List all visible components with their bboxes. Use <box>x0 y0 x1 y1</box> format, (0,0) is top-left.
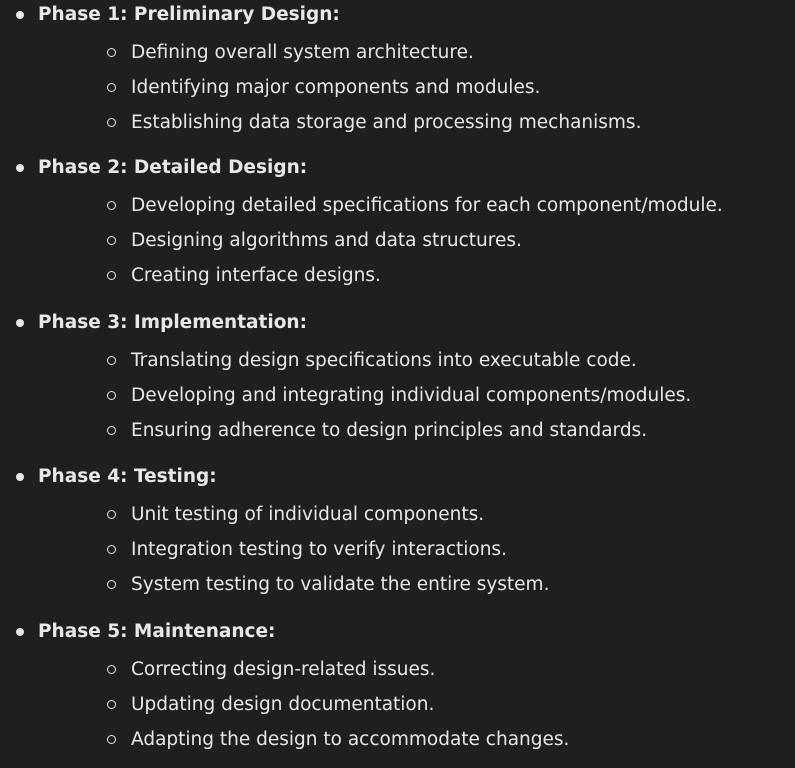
phase-title: Phase 5: Maintenance: <box>0 616 795 652</box>
list-item: Developing detailed specifications for e… <box>0 188 795 223</box>
list-item: Creating interface designs. <box>0 258 795 293</box>
list-item-text: Developing detailed specifications for e… <box>131 195 723 216</box>
list-item: Correcting design-related issues. <box>0 652 795 687</box>
list-item-text: Integration testing to verify interactio… <box>131 539 507 560</box>
list-item-text: Unit testing of individual components. <box>131 504 485 525</box>
phase-2: Phase 2: Detailed Design: Developing det… <box>0 152 795 293</box>
list-item: Unit testing of individual components. <box>0 497 795 532</box>
list-item-text: Adapting the design to accommodate chang… <box>131 729 570 750</box>
bullet-circle-icon <box>107 665 116 674</box>
list-item-text: Translating design specifications into e… <box>131 350 637 371</box>
list-item: System testing to validate the entire sy… <box>0 567 795 602</box>
list-item-text: Defining overall system architecture. <box>131 42 474 63</box>
phase-5: Phase 5: Maintenance: Correcting design-… <box>0 616 795 757</box>
list-item: Adapting the design to accommodate chang… <box>0 722 795 757</box>
phase-3: Phase 3: Implementation: Translating des… <box>0 307 795 448</box>
bullet-circle-icon <box>107 391 116 400</box>
bullet-circle-icon <box>107 356 116 365</box>
list-item-text: Correcting design-related issues. <box>131 659 436 680</box>
bullet-disc-icon <box>16 164 24 172</box>
list-item: Developing and integrating individual co… <box>0 378 795 413</box>
list-item: Updating design documentation. <box>0 687 795 722</box>
bullet-disc-icon <box>16 319 24 327</box>
bullet-circle-icon <box>107 48 116 57</box>
list-item: Integration testing to verify interactio… <box>0 532 795 567</box>
bullet-circle-icon <box>107 118 116 127</box>
phase-4: Phase 4: Testing: Unit testing of indivi… <box>0 461 795 602</box>
list-item-text: Ensuring adherence to design principles … <box>131 420 648 441</box>
list-item: Identifying major components and modules… <box>0 70 795 105</box>
phase-title: Phase 3: Implementation: <box>0 307 795 343</box>
bullet-disc-icon <box>16 11 24 19</box>
list-item-text: Updating design documentation. <box>131 694 435 715</box>
bullet-disc-icon <box>16 628 24 636</box>
list-item-text: Designing algorithms and data structures… <box>131 230 522 251</box>
phase-title-text: Phase 2: Detailed Design: <box>38 157 308 178</box>
bullet-circle-icon <box>107 83 116 92</box>
bullet-circle-icon <box>107 510 116 519</box>
list-item-text: Identifying major components and modules… <box>131 77 541 98</box>
phase-title-text: Phase 1: Preliminary Design: <box>38 4 340 25</box>
phase-title-text: Phase 4: Testing: <box>38 466 217 487</box>
list-item: Establishing data storage and processing… <box>0 105 795 140</box>
list-item: Defining overall system architecture. <box>0 35 795 70</box>
phase-title: Phase 4: Testing: <box>0 461 795 497</box>
bullet-circle-icon <box>107 201 116 210</box>
bullet-circle-icon <box>107 580 116 589</box>
list-item-text: Establishing data storage and processing… <box>131 112 642 133</box>
bullet-circle-icon <box>107 236 116 245</box>
list-item-text: System testing to validate the entire sy… <box>131 574 550 595</box>
phase-list: Phase 1: Preliminary Design: Defining ov… <box>0 0 795 768</box>
list-item: Translating design specifications into e… <box>0 343 795 378</box>
bullet-circle-icon <box>107 545 116 554</box>
bullet-disc-icon <box>16 473 24 481</box>
phase-title: Phase 1: Preliminary Design: <box>0 0 795 35</box>
phase-title-text: Phase 5: Maintenance: <box>38 621 276 642</box>
list-item: Ensuring adherence to design principles … <box>0 413 795 448</box>
bullet-circle-icon <box>107 700 116 709</box>
bullet-circle-icon <box>107 426 116 435</box>
phase-1: Phase 1: Preliminary Design: Defining ov… <box>0 0 795 140</box>
phase-title-text: Phase 3: Implementation: <box>38 312 307 333</box>
list-item-text: Developing and integrating individual co… <box>131 385 692 406</box>
phase-title: Phase 2: Detailed Design: <box>0 152 795 188</box>
list-item-text: Creating interface designs. <box>131 265 381 286</box>
bullet-circle-icon <box>107 735 116 744</box>
bullet-circle-icon <box>107 271 116 280</box>
list-item: Designing algorithms and data structures… <box>0 223 795 258</box>
